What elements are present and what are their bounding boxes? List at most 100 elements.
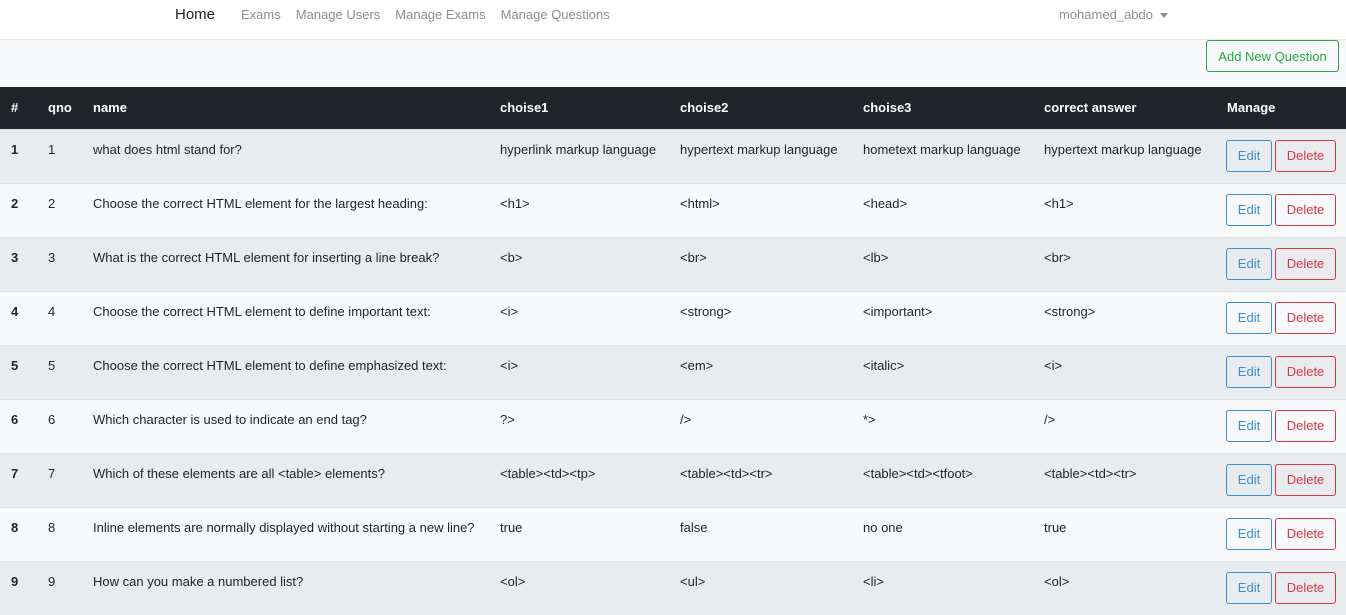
cell-qno: 5 — [37, 344, 82, 399]
cell-choice3: *> — [852, 398, 1033, 453]
cell-question-name: Which character is used to indicate an e… — [82, 398, 489, 453]
nav-link-manage-questions[interactable]: Manage Questions — [501, 7, 610, 22]
cell-choice1: hyperlink markup language — [489, 128, 669, 183]
cell-choice1: <b> — [489, 236, 669, 291]
header-correct-answer: correct answer — [1033, 87, 1216, 129]
cell-choice2: <em> — [669, 344, 852, 399]
cell-choice2: /> — [669, 398, 852, 453]
cell-correct-answer: <ol> — [1033, 560, 1216, 615]
delete-button[interactable]: Delete — [1275, 139, 1336, 172]
edit-button[interactable]: Edit — [1226, 301, 1272, 334]
delete-button[interactable]: Delete — [1275, 463, 1336, 496]
header-qno: qno — [37, 87, 82, 129]
edit-button[interactable]: Edit — [1226, 463, 1272, 496]
cell-question-name: Inline elements are normally displayed w… — [82, 506, 489, 561]
header-choice3: choise3 — [852, 87, 1033, 129]
cell-question-name: What is the correct HTML element for ins… — [82, 236, 489, 291]
edit-button[interactable]: Edit — [1226, 247, 1272, 280]
cell-index: 2 — [0, 182, 37, 237]
cell-choice1: <h1> — [489, 182, 669, 237]
cell-qno: 8 — [37, 506, 82, 561]
cell-choice3: <table><td><tfoot> — [852, 452, 1033, 507]
table-header-row: # qno name choise1 choise2 choise3 corre… — [0, 87, 1346, 129]
cell-question-name: Choose the correct HTML element for the … — [82, 182, 489, 237]
table-row: 9 9 How can you make a numbered list? <ol> <… — [0, 560, 1346, 615]
table-row: 3 3 What is the correct HTML element for i… — [0, 236, 1346, 291]
cell-correct-answer: hypertext markup language — [1033, 128, 1216, 183]
cell-choice2: <html> — [669, 182, 852, 237]
cell-index: 1 — [0, 128, 37, 183]
cell-qno: 3 — [37, 236, 82, 291]
user-menu-dropdown[interactable]: mohamed_abdo — [1059, 7, 1168, 22]
delete-button[interactable]: Delete — [1275, 517, 1336, 550]
table-row: 8 8 Inline elements are normally displayed… — [0, 506, 1346, 561]
header-choice2: choise2 — [669, 87, 852, 129]
cell-index: 3 — [0, 236, 37, 291]
table-row: 7 7 Which of these elements are all <table… — [0, 452, 1346, 507]
cell-correct-answer: <h1> — [1033, 182, 1216, 237]
table-row: 6 6 Which character is used to indicate an… — [0, 398, 1346, 453]
cell-correct-answer: <table><td><tr> — [1033, 452, 1216, 507]
cell-correct-answer: <strong> — [1033, 290, 1216, 345]
cell-question-name: Which of these elements are all <table> … — [82, 452, 489, 507]
cell-choice1: true — [489, 506, 669, 561]
cell-question-name: How can you make a numbered list? — [82, 560, 489, 615]
cell-choice2: hypertext markup language — [669, 128, 852, 183]
cell-choice3: <lb> — [852, 236, 1033, 291]
cell-choice2: <br> — [669, 236, 852, 291]
cell-choice3: <head> — [852, 182, 1033, 237]
cell-choice3: hometext markup language — [852, 128, 1033, 183]
cell-manage: Edit Delete — [1216, 236, 1346, 291]
nav-link-exams[interactable]: Exams — [241, 7, 281, 22]
header-choice1: choise1 — [489, 87, 669, 129]
cell-manage: Edit Delete — [1216, 398, 1346, 453]
cell-qno: 1 — [37, 128, 82, 183]
cell-qno: 2 — [37, 182, 82, 237]
nav-link-manage-exams[interactable]: Manage Exams — [395, 7, 485, 22]
add-new-question-button[interactable]: Add New Question — [1206, 40, 1339, 72]
table-row: 1 1 what does html stand for? hyperlink mar… — [0, 128, 1346, 183]
cell-choice3: no one — [852, 506, 1033, 561]
cell-correct-answer: <i> — [1033, 344, 1216, 399]
cell-index: 9 — [0, 560, 37, 615]
delete-button[interactable]: Delete — [1275, 355, 1336, 388]
table-row: 4 4 Choose the correct HTML element to def… — [0, 290, 1346, 345]
header-index: # — [0, 87, 37, 129]
cell-question-name: Choose the correct HTML element to defin… — [82, 344, 489, 399]
cell-choice1: ?> — [489, 398, 669, 453]
delete-button[interactable]: Delete — [1275, 247, 1336, 280]
questions-table: # qno name choise1 choise2 choise3 corre… — [0, 87, 1346, 615]
cell-index: 6 — [0, 398, 37, 453]
table-row: 5 5 Choose the correct HTML element to def… — [0, 344, 1346, 399]
cell-question-name: Choose the correct HTML element to defin… — [82, 290, 489, 345]
cell-choice1: <table><td><tp> — [489, 452, 669, 507]
cell-manage: Edit Delete — [1216, 182, 1346, 237]
edit-button[interactable]: Edit — [1226, 193, 1272, 226]
cell-qno: 7 — [37, 452, 82, 507]
edit-button[interactable]: Edit — [1226, 571, 1272, 604]
delete-button[interactable]: Delete — [1275, 409, 1336, 442]
edit-button[interactable]: Edit — [1226, 409, 1272, 442]
header-manage: Manage — [1216, 87, 1346, 129]
cell-choice2: <table><td><tr> — [669, 452, 852, 507]
cell-manage: Edit Delete — [1216, 290, 1346, 345]
header-name: name — [82, 87, 489, 129]
user-name: mohamed_abdo — [1059, 7, 1153, 22]
nav-link-manage-users[interactable]: Manage Users — [296, 7, 381, 22]
cell-manage: Edit Delete — [1216, 452, 1346, 507]
cell-qno: 9 — [37, 560, 82, 615]
cell-index: 5 — [0, 344, 37, 399]
delete-button[interactable]: Delete — [1275, 301, 1336, 334]
cell-choice2: <strong> — [669, 290, 852, 345]
cell-manage: Edit Delete — [1216, 128, 1346, 183]
nav-links: Exams Manage Users Manage Exams Manage Q… — [241, 7, 610, 22]
delete-button[interactable]: Delete — [1275, 571, 1336, 604]
edit-button[interactable]: Edit — [1226, 517, 1272, 550]
cell-qno: 4 — [37, 290, 82, 345]
delete-button[interactable]: Delete — [1275, 193, 1336, 226]
edit-button[interactable]: Edit — [1226, 355, 1272, 388]
cell-choice3: <important> — [852, 290, 1033, 345]
edit-button[interactable]: Edit — [1226, 139, 1272, 172]
cell-correct-answer: true — [1033, 506, 1216, 561]
nav-home-link[interactable]: Home — [175, 6, 215, 23]
